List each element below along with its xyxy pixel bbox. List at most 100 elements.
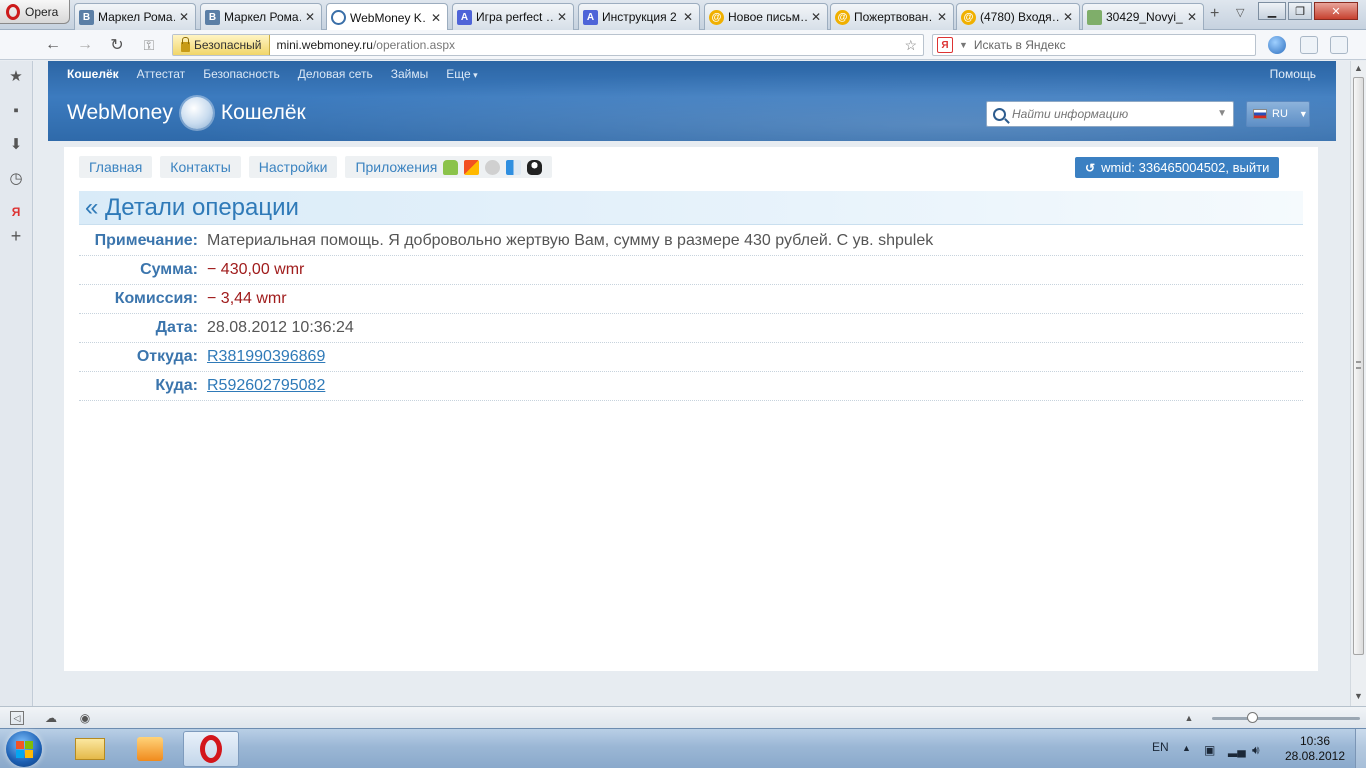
language-selector[interactable]: RU ▼: [1246, 101, 1310, 127]
zoom-slider[interactable]: [1212, 712, 1360, 723]
show-desktop-button[interactable]: [1355, 729, 1366, 768]
tab-2[interactable]: B Маркел Рома… ✕: [200, 3, 322, 30]
close-tab-icon[interactable]: ✕: [431, 11, 441, 25]
linux-penguin-icon[interactable]: [527, 159, 543, 175]
close-tab-icon[interactable]: ✕: [179, 10, 189, 24]
yandex-panel-icon[interactable]: Я: [7, 203, 25, 221]
forward-arrow-icon[interactable]: →: [74, 34, 96, 56]
tab-8[interactable]: @ (4780) Входя… ✕: [956, 3, 1080, 30]
security-label: Безопасный: [194, 38, 262, 52]
mac-finder-icon[interactable]: [506, 159, 522, 175]
history-clock-icon[interactable]: ◷: [7, 169, 25, 187]
volume-icon[interactable]: 🔊︎: [1252, 743, 1260, 758]
new-tab-plus-icon[interactable]: +: [1210, 5, 1219, 23]
subnav-contacts[interactable]: Контакты: [160, 156, 241, 178]
mail-favicon-icon: @: [709, 9, 724, 25]
explorer-taskbar-button[interactable]: [62, 731, 118, 767]
row-label: Откуда:: [136, 348, 198, 365]
site-search-box[interactable]: ▼: [986, 101, 1234, 127]
minimize-button[interactable]: ▁: [1258, 2, 1286, 20]
scroll-down-arrow-icon[interactable]: ▼: [1354, 691, 1363, 701]
tab-6[interactable]: @ Новое письм… ✕: [704, 3, 828, 30]
opera-menu-button[interactable]: Opera: [0, 0, 70, 24]
operation-details-table: Примечание: Материальная помощь. Я добро…: [79, 227, 1303, 401]
close-tab-icon[interactable]: ✕: [1063, 10, 1073, 24]
scroll-up-arrow-icon[interactable]: ▲: [1354, 63, 1363, 73]
start-button[interactable]: [6, 731, 42, 767]
safely-remove-icon[interactable]: ▣: [1204, 743, 1215, 757]
search-dropdown-chevron-icon[interactable]: ▼: [1217, 108, 1227, 119]
tab-1[interactable]: B Маркел Рома… ✕: [74, 3, 196, 30]
from-purse-link[interactable]: R381990396869: [207, 348, 325, 366]
close-tab-icon[interactable]: ✕: [557, 10, 567, 24]
vk-favicon-icon: B: [79, 9, 94, 25]
close-window-button[interactable]: ✕: [1314, 2, 1358, 20]
network-signal-icon[interactable]: ▂▄: [1228, 743, 1246, 757]
url-domain: mini.webmoney.ru: [276, 38, 373, 52]
tab-4[interactable]: A Игра perfect … ✕: [452, 3, 574, 30]
globe-icon[interactable]: [1268, 36, 1286, 54]
search-engine-chevron-icon[interactable]: ▼: [959, 40, 968, 50]
reload-icon[interactable]: ↻: [106, 34, 128, 56]
address-field[interactable]: Безопасный mini.webmoney.ru/operation.as…: [172, 34, 924, 56]
url-text[interactable]: mini.webmoney.ru/operation.aspx: [270, 38, 904, 52]
close-tab-icon[interactable]: ✕: [1187, 10, 1197, 24]
clock-date: 28.08.2012: [1284, 749, 1346, 763]
clock[interactable]: 10:36 28.08.2012: [1284, 734, 1346, 764]
tab-menu-chevron-icon[interactable]: ▽: [1236, 6, 1244, 19]
downloads-icon[interactable]: ⬇: [7, 135, 25, 153]
nav-loans[interactable]: Займы: [391, 67, 429, 81]
mail-favicon-icon: @: [961, 9, 976, 25]
bookmarks-star-icon[interactable]: ★: [7, 67, 25, 85]
site-search-input[interactable]: [1012, 107, 1202, 121]
windows-icon[interactable]: [464, 159, 480, 175]
close-tab-icon[interactable]: ✕: [811, 10, 821, 24]
key-icon[interactable]: ⚿: [138, 34, 160, 56]
opera-unite-cloud-icon[interactable]: ☁: [44, 711, 58, 725]
back-arrow-icon[interactable]: ←: [42, 34, 64, 56]
nav-wallet[interactable]: Кошелёк: [67, 67, 119, 81]
subnav-apps[interactable]: Приложения: [345, 156, 553, 178]
zoom-slider-knob[interactable]: [1247, 712, 1258, 723]
turbo-icon[interactable]: ◉: [78, 711, 92, 725]
zoom-menu-arrow-icon[interactable]: ▲: [1182, 711, 1196, 725]
maximize-button[interactable]: ❐: [1288, 2, 1312, 20]
media-player-taskbar-button[interactable]: [122, 731, 178, 767]
share-icon[interactable]: [1330, 36, 1348, 54]
notes-icon[interactable]: ▪: [7, 101, 25, 119]
help-link[interactable]: Помощь: [1270, 67, 1316, 81]
bookmark-star-icon[interactable]: ☆: [904, 37, 923, 54]
operation-details-title[interactable]: « Детали операции: [79, 191, 1303, 225]
subnav-settings[interactable]: Настройки: [248, 156, 338, 178]
yandex-search-field[interactable]: Я ▼ Искать в Яндекс: [932, 34, 1256, 56]
wmid-logout-button[interactable]: ↺ wmid: 336465004502, выйти: [1075, 157, 1280, 178]
tab-3-active[interactable]: WebMoney K… ✕: [326, 3, 448, 31]
webmoney-header: Кошелёк Аттестат Безопасность Деловая се…: [48, 61, 1336, 141]
nav-attestat[interactable]: Аттестат: [137, 67, 186, 81]
language-chevron-icon: ▼: [1298, 109, 1308, 119]
webmoney-logo[interactable]: WebMoney Кошелёк: [67, 97, 306, 129]
notes-icon[interactable]: [1300, 36, 1318, 54]
android-icon[interactable]: [443, 159, 459, 175]
opera-taskbar-button[interactable]: [183, 731, 239, 767]
tab-5[interactable]: A Инструкция 2 ✕: [578, 3, 700, 30]
nav-business-network[interactable]: Деловая сеть: [298, 67, 373, 81]
subnav-home[interactable]: Главная: [79, 156, 153, 178]
close-tab-icon[interactable]: ✕: [683, 10, 693, 24]
close-tab-icon[interactable]: ✕: [937, 10, 947, 24]
tab-7[interactable]: @ Пожертвован… ✕: [830, 3, 954, 30]
nav-security[interactable]: Безопасность: [203, 67, 280, 81]
tray-expand-arrow-icon[interactable]: ▲: [1182, 743, 1191, 753]
add-panel-plus-icon[interactable]: +: [7, 226, 25, 246]
subnav-home-label: Главная: [89, 159, 143, 175]
apple-icon[interactable]: [485, 159, 501, 175]
panel-toggle-icon[interactable]: ◁: [10, 711, 24, 725]
nav-more[interactable]: Еще: [446, 67, 477, 81]
tab-9[interactable]: 30429_Novyi_… ✕: [1082, 3, 1204, 30]
security-badge[interactable]: Безопасный: [173, 35, 271, 55]
opera-icon: [200, 735, 222, 763]
to-purse-link[interactable]: R592602795082: [207, 377, 325, 395]
input-language[interactable]: EN: [1152, 740, 1169, 754]
vertical-scrollbar[interactable]: ▲ ▼: [1350, 61, 1366, 706]
close-tab-icon[interactable]: ✕: [305, 10, 315, 24]
